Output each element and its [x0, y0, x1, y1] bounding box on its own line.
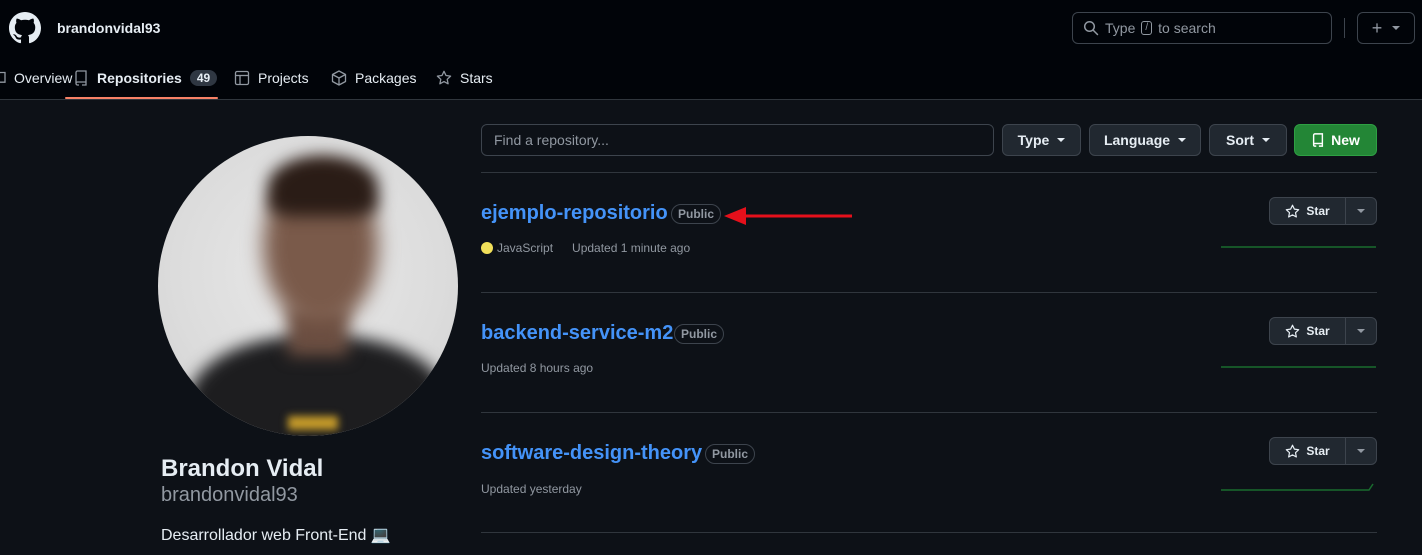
repo-name-link[interactable]: ejemplo-repositorio [481, 202, 668, 225]
repo-icon [1313, 133, 1324, 147]
visibility-badge: Public [705, 444, 756, 464]
table-icon [234, 70, 250, 86]
search-icon [1083, 20, 1099, 36]
star-label: Star [1306, 204, 1330, 218]
sort-label: Sort [1226, 132, 1254, 148]
tab-stars-label: Stars [460, 70, 493, 86]
star-list-dropdown[interactable] [1346, 198, 1376, 224]
tab-packages[interactable]: Packages [331, 56, 416, 100]
chevron-down-icon [1392, 26, 1401, 30]
star-button-group: Star [1269, 317, 1377, 345]
star-button[interactable]: Star [1270, 318, 1346, 344]
star-icon [1286, 444, 1300, 458]
tab-overview[interactable]: Overview [0, 56, 72, 100]
repo-updated: Updated yesterday [481, 482, 582, 496]
find-repository-input[interactable] [481, 124, 994, 156]
visibility-badge: Public [674, 324, 725, 344]
list-divider [481, 532, 1377, 533]
activity-sparkline [1221, 246, 1376, 248]
package-icon [331, 70, 347, 86]
profile-login: brandonvidal93 [161, 484, 298, 506]
repo-updated: Updated 8 hours ago [481, 361, 594, 375]
star-icon [1286, 324, 1300, 338]
chevron-down-icon [1178, 138, 1187, 142]
repo-language: JavaScript [497, 241, 554, 255]
star-button[interactable]: Star [1270, 198, 1346, 224]
new-repository-button[interactable]: New [1294, 124, 1377, 156]
star-button[interactable]: Star [1270, 438, 1346, 464]
header-username[interactable]: brandonvidal93 [57, 20, 160, 36]
app-header: brandonvidal93 Type / to search + Overvi… [0, 0, 1422, 100]
github-logo-icon[interactable] [9, 12, 41, 44]
chevron-down-icon [1357, 449, 1365, 453]
active-tab-indicator [65, 97, 218, 99]
star-list-dropdown[interactable] [1346, 438, 1376, 464]
star-list-dropdown[interactable] [1346, 318, 1376, 344]
chevron-down-icon [1357, 209, 1365, 213]
language-filter-button[interactable]: Language [1089, 124, 1201, 156]
repo-meta: JavaScript Updated 1 minute ago [481, 241, 690, 255]
search-shortcut-key: / [1141, 21, 1153, 35]
repo-name-link[interactable]: software-design-theory [481, 442, 702, 465]
repo-meta: Updated 8 hours ago [481, 361, 593, 375]
chevron-down-icon [1057, 138, 1066, 142]
star-icon [436, 70, 452, 85]
list-divider [481, 172, 1377, 173]
list-divider [481, 292, 1377, 293]
repo-name-link[interactable]: backend-service-m2 [481, 322, 673, 345]
repositories-count-badge: 49 [189, 70, 218, 86]
repo-icon [75, 70, 87, 86]
tab-projects[interactable]: Projects [234, 56, 309, 100]
profile-bio: Desarrollador web Front-End 💻 [161, 527, 391, 544]
activity-sparkline [1221, 483, 1374, 491]
create-new-button[interactable]: + [1357, 12, 1415, 44]
annotation-arrow [724, 207, 852, 225]
star-button-group: Star [1269, 437, 1377, 465]
language-filter-label: Language [1103, 132, 1171, 148]
header-divider [1344, 18, 1345, 38]
avatar[interactable] [158, 136, 458, 436]
type-filter-label: Type [1017, 132, 1050, 148]
list-divider [481, 412, 1377, 413]
global-search-input[interactable]: Type / to search [1072, 12, 1332, 44]
star-label: Star [1306, 324, 1330, 338]
star-button-group: Star [1269, 197, 1377, 225]
tab-stars[interactable]: Stars [436, 56, 493, 100]
activity-sparkline [1221, 366, 1376, 368]
chevron-down-icon [1357, 329, 1365, 333]
tab-repositories-label: Repositories [97, 70, 182, 86]
tab-packages-label: Packages [355, 70, 417, 86]
profile-full-name: Brandon Vidal [161, 455, 324, 482]
search-placeholder-prefix: Type [1105, 20, 1136, 36]
star-label: Star [1306, 444, 1330, 458]
star-icon [1286, 204, 1300, 218]
type-filter-button[interactable]: Type [1002, 124, 1081, 156]
sort-button[interactable]: Sort [1209, 124, 1287, 156]
chevron-down-icon [1262, 138, 1270, 142]
tab-overview-label: Overview [14, 70, 73, 86]
repo-updated: Updated 1 minute ago [572, 241, 691, 255]
search-placeholder-suffix: to search [1158, 20, 1216, 36]
tab-projects-label: Projects [258, 70, 309, 86]
language-color-dot [481, 242, 493, 254]
book-icon [0, 71, 6, 83]
repo-meta: Updated yesterday [481, 482, 582, 496]
tab-repositories[interactable]: Repositories 49 [73, 56, 218, 100]
plus-icon: + [1371, 17, 1383, 38]
visibility-badge: Public [671, 204, 722, 224]
new-repository-label: New [1331, 132, 1360, 148]
